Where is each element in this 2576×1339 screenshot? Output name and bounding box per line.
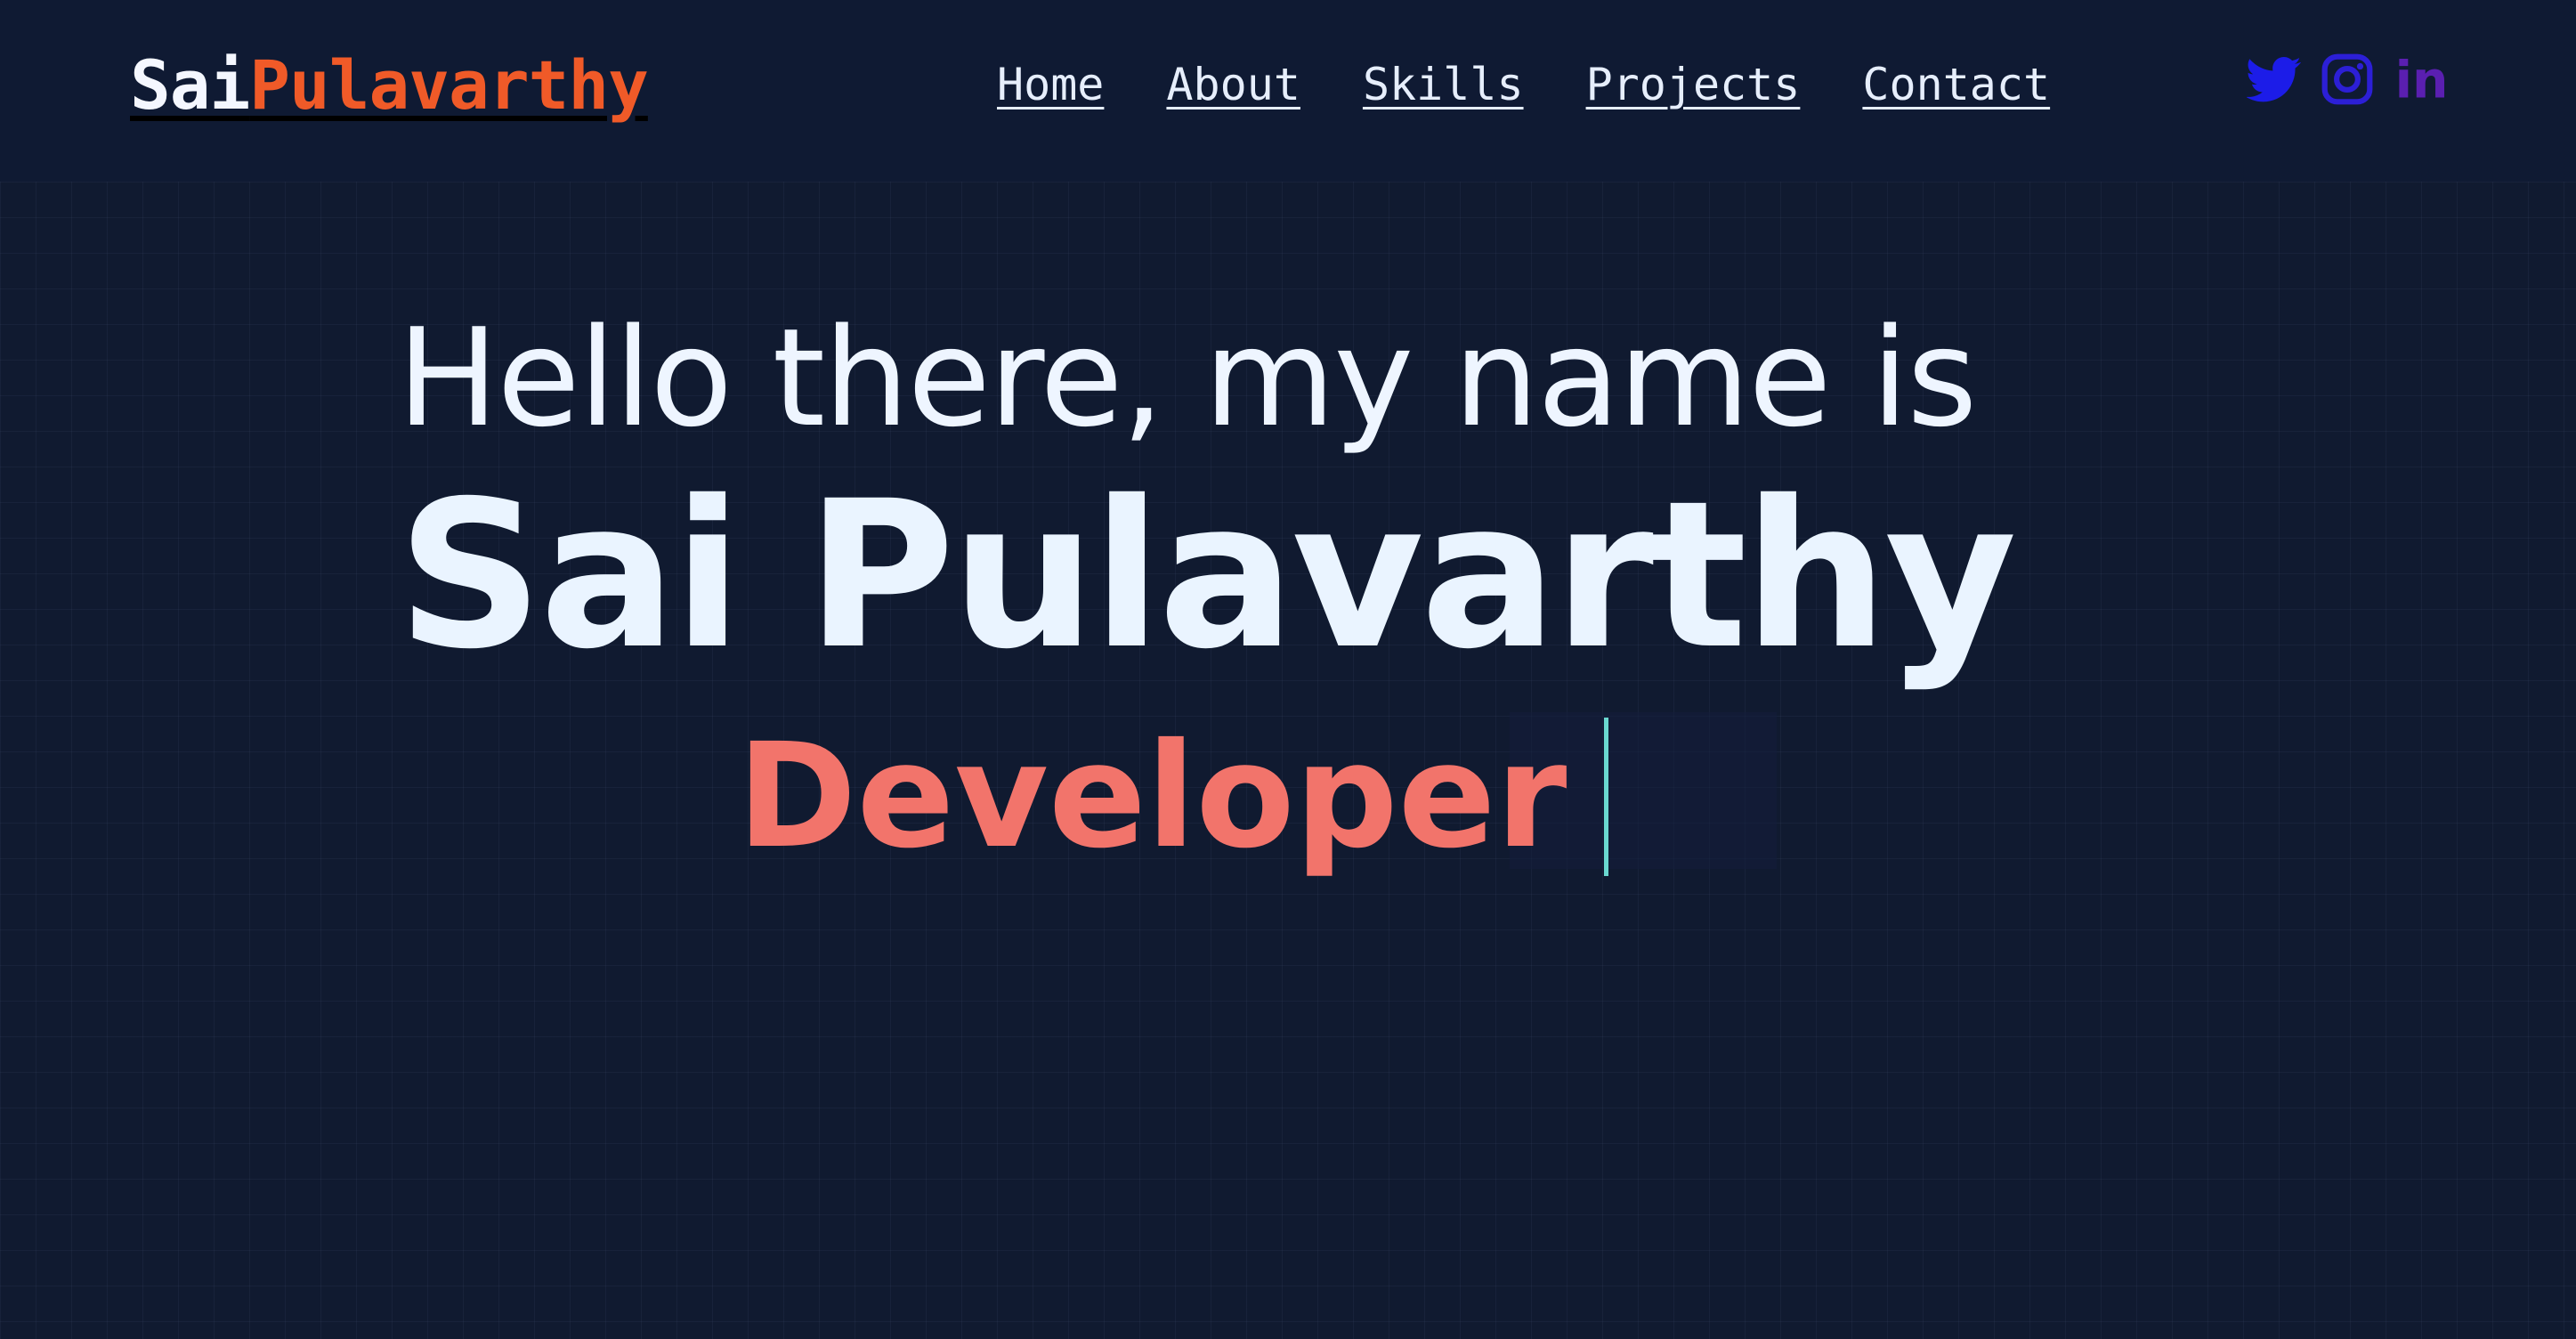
logo-link[interactable]: SaiPulavarthy — [130, 43, 649, 128]
typing-cursor — [1604, 718, 1609, 876]
linkedin-icon[interactable]: in — [2393, 52, 2448, 107]
page: SaiPulavarthy Home About Skills Projects… — [0, 0, 2576, 1339]
nav-about-link[interactable]: About — [1166, 53, 1300, 116]
logo-last-name: Pulavarthy — [249, 45, 649, 125]
header: SaiPulavarthy Home About Skills Projects… — [0, 0, 2576, 182]
logo-first-name: Sai — [130, 45, 250, 125]
nav-projects-link[interactable]: Projects — [1586, 53, 1801, 116]
hero-name: Sai Pulavarthy — [397, 457, 2017, 694]
social-links: in — [2247, 52, 2448, 107]
hero-greeting-text: Hello there, my name is — [397, 299, 1977, 457]
twitter-icon[interactable] — [2247, 52, 2302, 107]
hero-role-row: Developer — [737, 712, 1609, 881]
nav-home-link[interactable]: Home — [997, 53, 1104, 116]
nav-contact-link[interactable]: Contact — [1862, 53, 2050, 116]
hero-greeting: Hello there, my name is — [397, 294, 1977, 463]
hero-role: Developer — [737, 713, 1567, 880]
instagram-icon[interactable] — [2320, 52, 2375, 107]
nav-skills-link[interactable]: Skills — [1363, 53, 1524, 116]
linkedin-icon-text: in — [2395, 52, 2448, 107]
main-nav: Home About Skills Projects Contact — [997, 53, 2050, 116]
